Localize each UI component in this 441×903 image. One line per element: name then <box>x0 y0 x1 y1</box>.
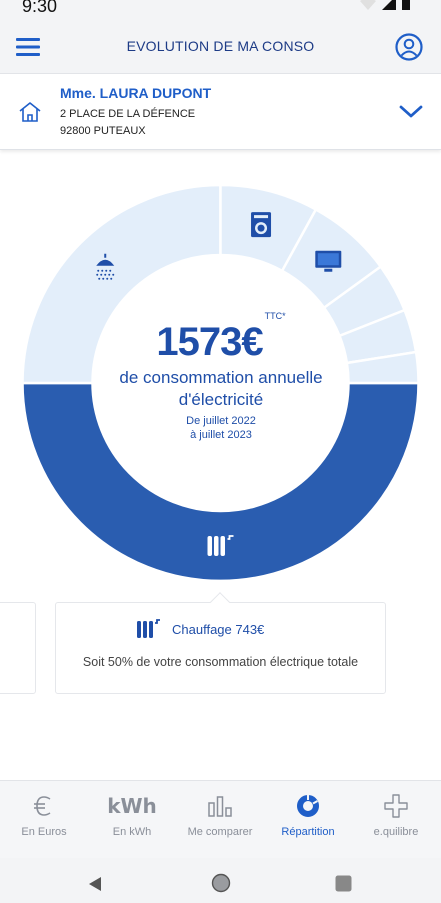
kwh-icon: kWh <box>88 793 176 819</box>
nav-label-kwh: En kWh <box>112 826 152 838</box>
previous-card[interactable] <box>0 602 36 694</box>
card-title: Chauffage 743€ <box>172 622 265 637</box>
amount-value: 1573€ <box>156 320 263 364</box>
kwh-glyph: kWh <box>107 794 157 818</box>
nav-item-repartition[interactable]: Répartition <box>264 781 352 859</box>
status-icons <box>359 0 411 12</box>
wifi-icon <box>360 0 376 10</box>
status-time: 9:30 <box>22 0 58 16</box>
radiator-icon <box>137 619 160 638</box>
nav-label-equilibre: e.quilibre <box>373 826 419 838</box>
nav-item-kwh[interactable]: kWh En kWh <box>88 781 176 859</box>
washing-machine-icon <box>251 212 272 238</box>
battery-icon <box>402 0 410 10</box>
bottom-nav: En Euros kWh En kWh Me comparer Répartit… <box>0 780 441 858</box>
amount-suffix: TTC* <box>264 310 286 321</box>
nav-item-equilibre[interactable]: e.quilibre <box>352 781 440 859</box>
customer-name: Mme. LAURA DUPONT <box>60 85 212 101</box>
nav-item-compare[interactable]: Me comparer <box>176 781 264 859</box>
system-nav-bar <box>0 858 441 903</box>
donut-icon <box>264 793 352 819</box>
app-bar: EVOLUTION DE MA CONSO <box>0 20 441 74</box>
address-line-2: 92800 PUTEAUX <box>60 125 146 137</box>
page-title: EVOLUTION DE MA CONSO <box>126 38 315 54</box>
home-circle-icon[interactable] <box>211 873 231 893</box>
period-end: à juillet 2023 <box>190 429 252 441</box>
signal-icon <box>382 0 396 10</box>
home-icon <box>19 102 41 122</box>
nav-label-euros: En Euros <box>21 826 67 838</box>
period-start: De juillet 2022 <box>186 415 256 427</box>
nav-label-repartition: Répartition <box>281 826 335 838</box>
address-selector[interactable]: Mme. LAURA DUPONT 2 PLACE DE LA DÉFENCE … <box>0 74 441 150</box>
annual-amount: 1573€TTC* <box>90 311 352 365</box>
address-line-1: 2 PLACE DE LA DÉFENCE <box>60 108 196 120</box>
nav-label-compare: Me comparer <box>187 826 253 838</box>
donut-center: 1573€TTC* de consommation annuelle d'éle… <box>90 311 352 442</box>
recents-icon[interactable] <box>335 875 352 892</box>
detail-card[interactable]: Chauffage 743€ Soit 50% de votre consomm… <box>55 592 386 694</box>
chevron-down-icon[interactable] <box>399 104 423 120</box>
plus-icon <box>352 793 440 819</box>
status-bar: 9:30 <box>0 0 441 20</box>
card-text: Soit 50% de votre consommation électriqu… <box>82 655 359 669</box>
bar-chart-icon <box>176 793 264 819</box>
nav-item-euros[interactable]: En Euros <box>0 781 88 859</box>
euro-icon <box>0 793 88 819</box>
account-icon[interactable] <box>395 33 423 61</box>
back-icon[interactable] <box>88 876 102 892</box>
amount-description: de consommation annuelle d'électricité <box>119 368 323 409</box>
